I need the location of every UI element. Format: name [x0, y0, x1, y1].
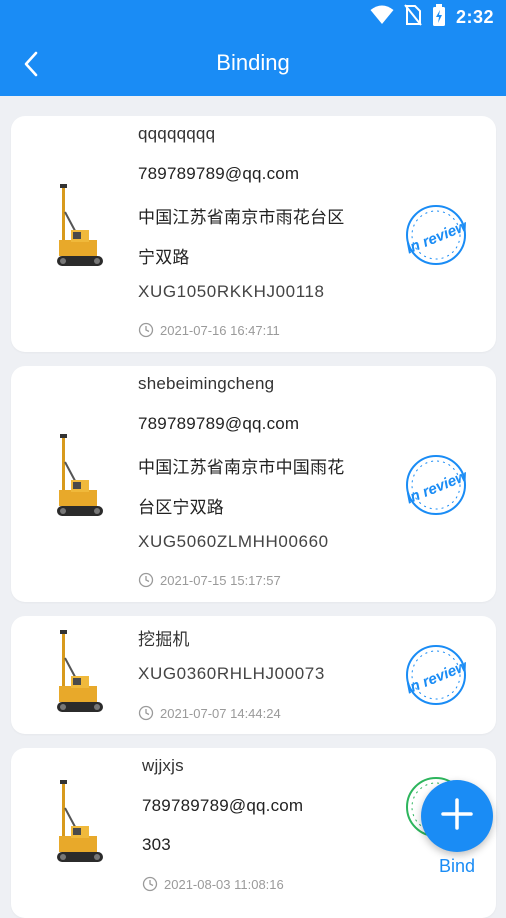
binding-card[interactable]: 挖掘机 XUG0360RHLHJ00073 2021-07-07 14:44:2… — [11, 616, 496, 734]
device-name: wjjxjs — [142, 756, 184, 775]
serial-number: XUG5060ZLMHH00660 — [138, 532, 329, 551]
timestamp-row: 2021-07-15 15:17:57 — [138, 572, 281, 588]
device-name: 挖掘机 — [138, 630, 190, 649]
in-review-stamp: In review — [404, 455, 471, 515]
address-line1: 303 — [142, 835, 171, 854]
timestamp: 2021-07-07 14:44:24 — [160, 705, 281, 721]
plus-icon — [440, 797, 474, 836]
status-bar: 2:32 — [0, 0, 506, 34]
binding-card[interactable]: qqqqqqqq 789789789@qq.com 中国江苏省南京市雨花台区 宁… — [11, 116, 496, 352]
bind-button[interactable] — [421, 780, 493, 852]
battery-charging-icon — [432, 3, 446, 31]
email: 789789789@qq.com — [138, 164, 300, 183]
no-sim-icon — [404, 3, 422, 31]
serial-number: XUG1050RKKHJ00118 — [138, 282, 325, 301]
clock-icon — [138, 322, 154, 338]
clock-icon — [138, 705, 154, 721]
clock-icon — [142, 876, 158, 892]
drilling-rig-image — [57, 780, 103, 862]
address-line1: 中国江苏省南京市雨花台区 — [138, 208, 345, 227]
binding-card[interactable]: wjjxjs 789789789@qq.com 303 2021-08-03 1… — [11, 748, 496, 918]
in-review-stamp: In review — [404, 645, 471, 705]
address-line2: 宁双路 — [138, 248, 190, 267]
drilling-rig-image — [57, 184, 103, 266]
drilling-rig-image — [57, 434, 103, 516]
bind-button-label[interactable]: Bind — [421, 856, 493, 877]
timestamp: 2021-08-03 11:08:16 — [164, 876, 284, 892]
device-name: qqqqqqqq — [138, 124, 216, 143]
binding-card[interactable]: shebeimingcheng 789789789@qq.com 中国江苏省南京… — [11, 366, 496, 602]
serial-number: XUG0360RHLHJ00073 — [138, 664, 325, 683]
address-line1: 中国江苏省南京市中国雨花 — [138, 458, 345, 477]
timestamp-row: 2021-07-16 16:47:11 — [138, 322, 280, 338]
clock-icon — [138, 572, 154, 588]
wifi-icon — [370, 5, 394, 30]
app-bar: Binding — [0, 34, 506, 96]
page-title: Binding — [216, 50, 290, 75]
timestamp-row: 2021-07-07 14:44:24 — [138, 705, 281, 721]
email: 789789789@qq.com — [142, 796, 304, 815]
timestamp-row: 2021-08-03 11:08:16 — [142, 876, 284, 892]
device-name: shebeimingcheng — [138, 374, 275, 393]
drilling-rig-image — [57, 630, 103, 712]
timestamp: 2021-07-15 15:17:57 — [160, 572, 281, 588]
in-review-stamp: In review — [404, 205, 471, 265]
address-line2: 台区宁双路 — [138, 498, 224, 517]
status-time: 2:32 — [455, 6, 494, 27]
status-icons: 2:32 — [370, 3, 494, 31]
email: 789789789@qq.com — [138, 414, 300, 433]
timestamp: 2021-07-16 16:47:11 — [160, 322, 280, 338]
